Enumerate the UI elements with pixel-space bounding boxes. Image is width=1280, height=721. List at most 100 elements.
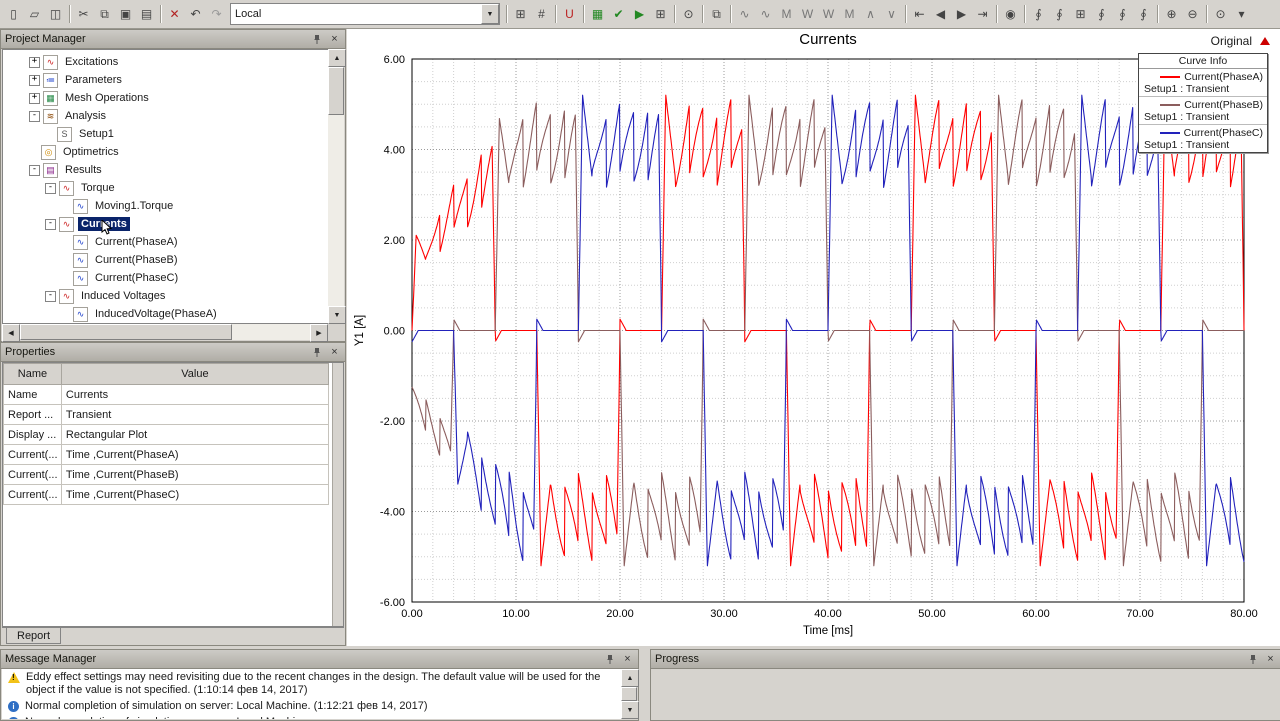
collapse-icon[interactable]: - — [45, 182, 56, 194]
draw-arc-tool[interactable]: M — [776, 3, 797, 25]
draw-line-tool[interactable]: ∿ — [734, 3, 755, 25]
field-grid-button[interactable]: ⊞ — [1070, 3, 1091, 25]
prev-frame-button[interactable]: ◀ — [930, 3, 951, 25]
legend-entry-current-phasec[interactable]: Current(PhaseC) Setup1 : Transient — [1139, 125, 1267, 152]
zoom-out-button[interactable]: ⊖ — [1182, 3, 1203, 25]
chevron-down-icon[interactable]: ▼ — [481, 4, 499, 24]
field-overlay-c-button[interactable]: ∮ — [1091, 3, 1112, 25]
tree-item-label[interactable]: Moving1.Torque — [92, 199, 176, 213]
properties-col-name[interactable]: Name — [3, 363, 62, 385]
collapse-icon[interactable]: - — [29, 164, 40, 176]
next-frame-button[interactable]: ▶ — [951, 3, 972, 25]
search-button[interactable]: ⊙ — [678, 3, 699, 25]
tree-item-moving1-torque[interactable]: ∿ Moving1.Torque — [3, 197, 343, 215]
tree-vertical-scrollbar[interactable]: ▲ ▼ — [328, 49, 346, 324]
collapse-icon[interactable]: - — [45, 218, 56, 230]
expand-icon[interactable]: + — [29, 92, 40, 104]
print-button[interactable]: ▤ — [136, 3, 157, 25]
tree-item-mesh-operations[interactable]: + ▦ Mesh Operations — [3, 89, 343, 107]
collapse-icon[interactable]: - — [45, 290, 56, 302]
field-overlay-e-button[interactable]: ∮ — [1133, 3, 1154, 25]
tree-item-label[interactable]: Parameters — [62, 73, 125, 87]
tree-item-label[interactable]: Current(PhaseC) — [92, 271, 181, 285]
close-icon[interactable]: × — [328, 346, 341, 359]
copy-button[interactable]: ⧉ — [94, 3, 115, 25]
sort-triangle-icon[interactable] — [1260, 37, 1270, 45]
expand-icon[interactable]: + — [29, 74, 40, 86]
tree-item-label[interactable]: InducedVoltage(PhaseA) — [92, 307, 220, 321]
pin-icon[interactable] — [603, 653, 616, 666]
tree-item-induced-voltages[interactable]: - ∿ Induced Voltages — [3, 287, 343, 305]
draw-poly-tool[interactable]: M — [839, 3, 860, 25]
undo-button[interactable]: ↶ — [185, 3, 206, 25]
tree-item-label[interactable]: Current(PhaseA) — [92, 235, 181, 249]
redo-button[interactable]: ↷ — [206, 3, 227, 25]
message-item[interactable]: Eddy effect settings may need revisiting… — [2, 669, 621, 698]
tree-item-parameters[interactable]: + ≔ Parameters — [3, 71, 343, 89]
visibility-button[interactable]: ◉ — [1000, 3, 1021, 25]
tree-item-label[interactable]: Induced Voltages — [78, 289, 168, 303]
message-vertical-scrollbar[interactable]: ▲ ▼ — [621, 669, 639, 719]
tree-item-analysis[interactable]: - ≋ Analysis — [3, 107, 343, 125]
cut-button[interactable]: ✂ — [73, 3, 94, 25]
scroll-right-icon[interactable]: ▶ — [310, 324, 328, 342]
analyze-all-button[interactable]: ▶ — [629, 3, 650, 25]
tree-item-label[interactable]: Current(PhaseB) — [92, 253, 181, 267]
excitation-button[interactable]: U — [559, 3, 580, 25]
tree-item-results[interactable]: - ▤ Results — [3, 161, 343, 179]
tree-item-torque[interactable]: - ∿ Torque — [3, 179, 343, 197]
tree-item-current-phaseb[interactable]: ∿ Current(PhaseB) — [3, 251, 343, 269]
scroll-down-icon[interactable]: ▼ — [328, 306, 346, 324]
copy-screen-button[interactable]: ⧉ — [706, 3, 727, 25]
scroll-left-icon[interactable]: ◀ — [2, 324, 20, 342]
property-value[interactable]: Time ,Current(PhaseB) — [60, 464, 330, 485]
pin-icon[interactable] — [310, 33, 323, 46]
properties-col-value[interactable]: Value — [60, 363, 330, 385]
property-value[interactable]: Time ,Current(PhaseA) — [60, 444, 330, 465]
open-project-button[interactable]: ▱ — [24, 3, 45, 25]
field-overlay-a-button[interactable]: ∮ — [1028, 3, 1049, 25]
first-frame-button[interactable]: ⇤ — [909, 3, 930, 25]
field-overlay-d-button[interactable]: ∮ — [1112, 3, 1133, 25]
tree-item-currents[interactable]: - ∿ Currents — [3, 215, 343, 233]
collapse-icon[interactable]: - — [29, 110, 40, 122]
pin-icon[interactable] — [310, 346, 323, 359]
tree-item-label[interactable]: Excitations — [62, 55, 121, 69]
property-value[interactable]: Currents — [60, 384, 330, 405]
tree-item-label[interactable]: Torque — [78, 181, 118, 195]
validate-button[interactable]: ✔ — [608, 3, 629, 25]
save-button[interactable]: ◫ — [45, 3, 66, 25]
draw-spline-tool[interactable]: ∿ — [755, 3, 776, 25]
new-file-button[interactable]: ▯ — [3, 3, 24, 25]
close-icon[interactable]: × — [1264, 653, 1277, 666]
message-item[interactable]: Normal completion of simulation on serve… — [2, 698, 621, 714]
legend-entry-current-phasea[interactable]: Current(PhaseA) Setup1 : Transient — [1139, 69, 1267, 97]
zoom-dropdown[interactable]: ▾ — [1231, 3, 1252, 25]
draw-wave2-tool[interactable]: W — [818, 3, 839, 25]
tree-item-label[interactable]: Setup1 — [76, 127, 117, 141]
scroll-up-icon[interactable]: ▲ — [328, 49, 346, 67]
message-item[interactable]: Normal completion of simulation on serve… — [2, 714, 621, 719]
zoom-area-button[interactable]: ⊙ — [1210, 3, 1231, 25]
property-value[interactable]: Rectangular Plot — [60, 424, 330, 445]
mesh-settings-button[interactable]: ▦ — [587, 3, 608, 25]
tree-item-label[interactable]: Currents — [78, 217, 130, 231]
legend-entry-current-phaseb[interactable]: Current(PhaseB) Setup1 : Transient — [1139, 97, 1267, 125]
tree-item-excitations[interactable]: + ∿ Excitations — [3, 53, 343, 71]
tab-report[interactable]: Report — [6, 628, 62, 644]
curve-info-legend[interactable]: Curve Info Current(PhaseA) Setup1 : Trans… — [1138, 53, 1268, 153]
tree-item-label[interactable]: Results — [62, 163, 105, 177]
tree-item-label[interactable]: Mesh Operations — [62, 91, 152, 105]
property-value[interactable]: Transient — [60, 404, 330, 425]
machine-select-combo[interactable]: Local ▼ — [230, 3, 500, 25]
close-icon[interactable]: × — [621, 653, 634, 666]
measure-button[interactable]: # — [531, 3, 552, 25]
draw-up-tool[interactable]: ∧ — [860, 3, 881, 25]
scrollbar-thumb[interactable] — [20, 324, 232, 340]
matrix-button[interactable]: ⊞ — [650, 3, 671, 25]
tree-item-optimetrics[interactable]: ◎ Optimetrics — [3, 143, 343, 161]
pin-icon[interactable] — [1246, 653, 1259, 666]
tree-item-setup1[interactable]: S Setup1 — [3, 125, 343, 143]
tree-item-current-phasea[interactable]: ∿ Current(PhaseA) — [3, 233, 343, 251]
last-frame-button[interactable]: ⇥ — [972, 3, 993, 25]
